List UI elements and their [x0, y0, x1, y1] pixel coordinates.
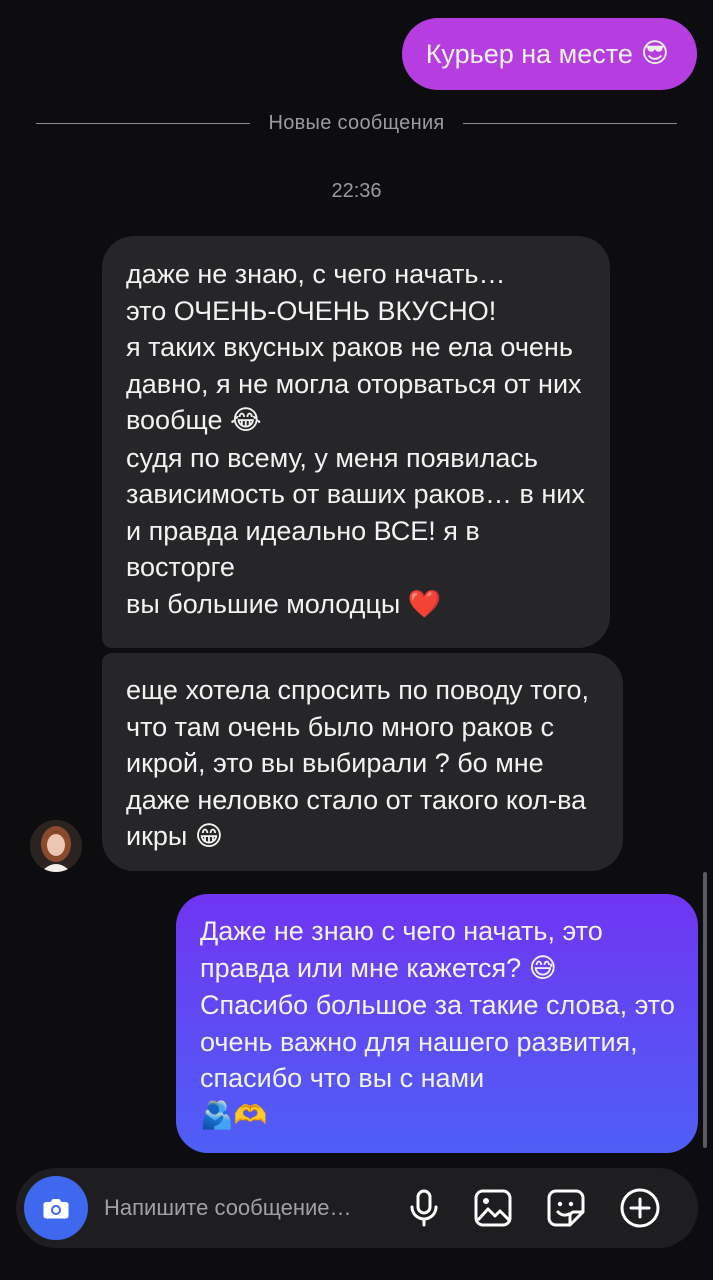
divider-line-left — [36, 122, 251, 124]
message-line: Спасибо большое за такие слова, это очен… — [200, 990, 675, 1093]
incoming-message-bubble[interactable]: еще хотела спросить по поводу того, что … — [102, 653, 623, 871]
message-timestamp: 22:36 — [331, 180, 382, 202]
sticker-button[interactable] — [542, 1184, 590, 1232]
message-line: Даже не знаю с чего начать, это правда и… — [200, 913, 676, 987]
divider-label: Новые сообщения — [268, 111, 445, 134]
heart-emoji: ❤️ — [407, 588, 442, 620]
scrollbar[interactable] — [703, 872, 707, 1148]
grinning-emoji: 😁 — [194, 821, 223, 852]
message-line: вы большие молодцы ❤️ — [126, 586, 592, 624]
hug-heart-hands-emoji: 🫂🫶 — [200, 1099, 268, 1131]
gallery-button[interactable] — [469, 1184, 517, 1232]
message-line: даже не знаю, с чего начать… — [126, 259, 506, 289]
message-text: Курьер на месте — [425, 38, 633, 69]
sunglasses-emoji: 😎 — [640, 37, 669, 69]
sweat-smile-emoji: 😅 — [528, 952, 557, 984]
message-line: я таких вкусных раков не ела очень давно… — [126, 329, 592, 440]
divider-line-right — [462, 122, 678, 124]
microphone-icon — [410, 1189, 438, 1227]
message-line: еще хотела спросить по поводу того, что … — [126, 672, 605, 856]
add-icon — [620, 1188, 660, 1228]
message-composer: Напишите сообщение… — [16, 1168, 698, 1248]
outgoing-message-bubble[interactable]: Даже не знаю с чего начать, это правда и… — [176, 894, 698, 1153]
avatar-image — [30, 820, 82, 872]
message-line-text: я таких вкусных раков не ела очень давно… — [126, 332, 582, 435]
sender-avatar[interactable] — [30, 820, 82, 872]
add-button[interactable] — [616, 1184, 664, 1232]
image-icon — [474, 1189, 512, 1227]
message-input[interactable]: Напишите сообщение… — [104, 1168, 352, 1248]
new-messages-divider: Новые сообщения — [36, 108, 678, 138]
message-line: судя по всему, у меня появилась зависимо… — [126, 442, 585, 583]
incoming-message-bubble[interactable]: даже не знаю, с чего начать… это ОЧЕНЬ-О… — [102, 236, 610, 648]
message-line: это ОЧЕНЬ-ОЧЕНЬ ВКУСНО! — [126, 295, 497, 326]
camera-button[interactable] — [24, 1176, 88, 1240]
sticker-icon — [547, 1189, 585, 1227]
message-line-text: вы большие молодцы — [126, 588, 401, 619]
message-line: 🫂🫶 — [200, 1097, 676, 1135]
laughing-emoji: 😂 — [229, 405, 262, 436]
camera-icon — [43, 1199, 69, 1219]
microphone-button[interactable] — [400, 1184, 448, 1232]
outgoing-message-bubble[interactable]: Курьер на месте 😎 — [401, 18, 697, 90]
